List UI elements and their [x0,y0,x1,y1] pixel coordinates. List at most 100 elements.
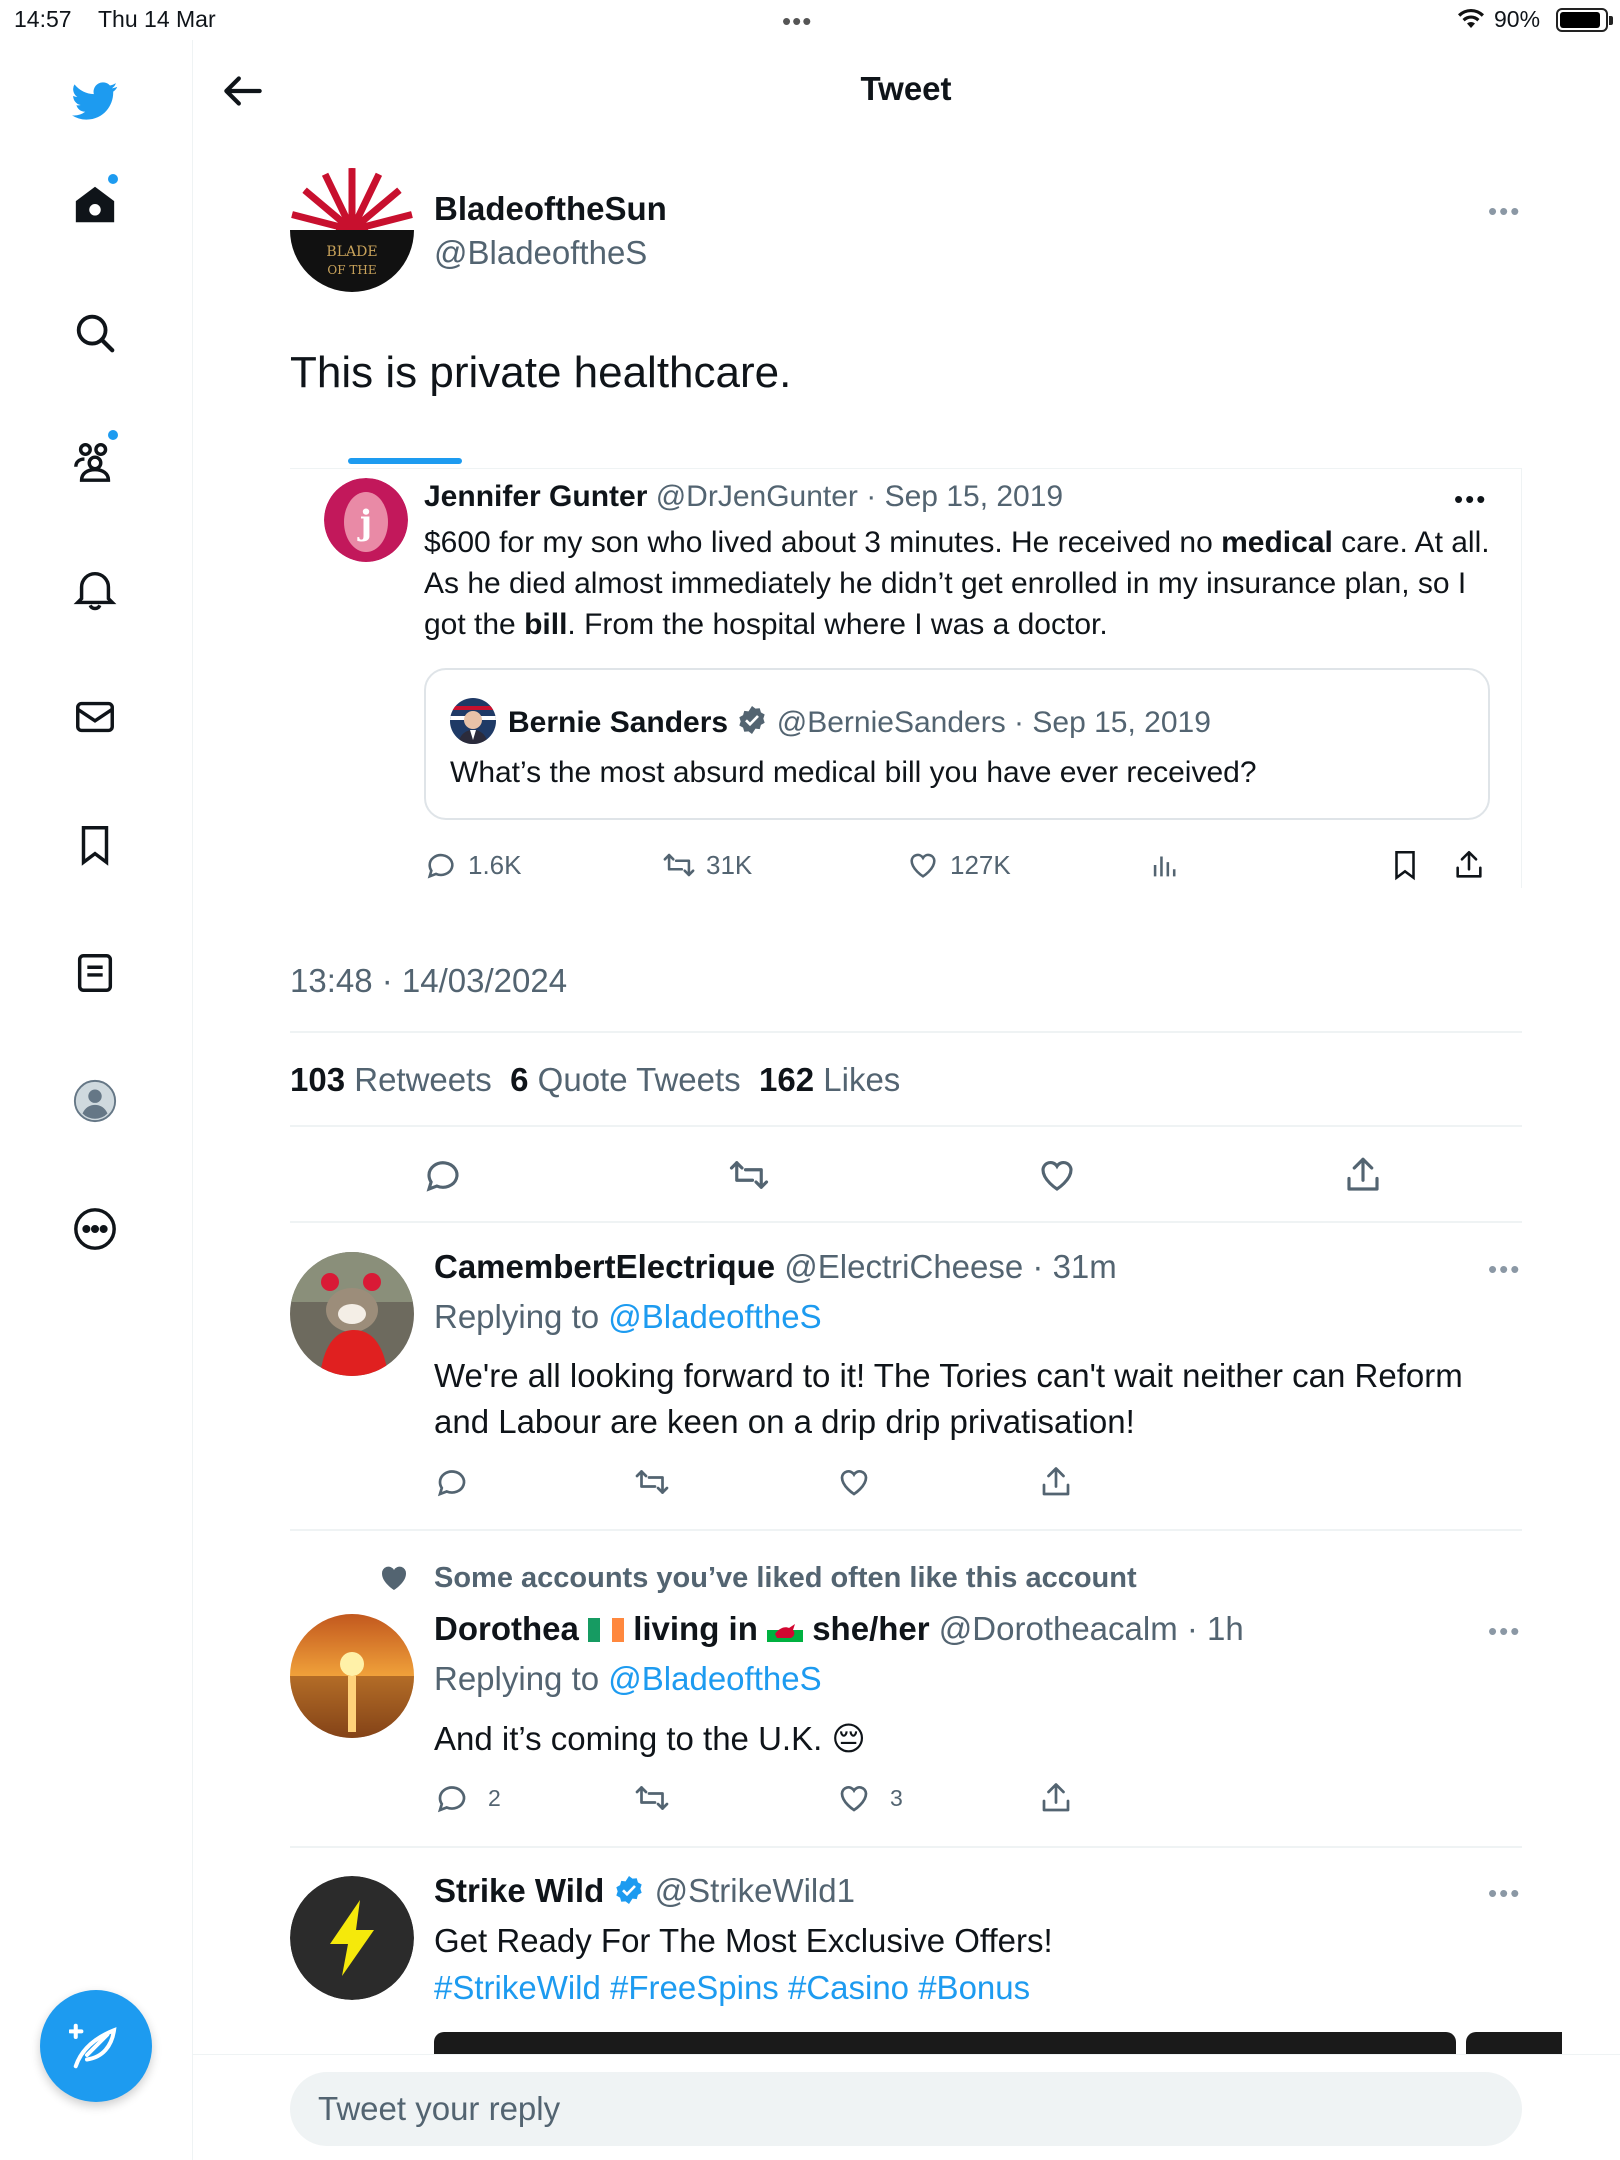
avatar-dorothea[interactable] [290,1614,414,1738]
reply-2-header: Dorothea living in she/her @Dorotheacalm… [434,1610,1244,1650]
tweet-stats: 103 Retweets 6 Quote Tweets 162 Likes [290,1061,900,1099]
reply-button[interactable] [422,1154,464,1196]
reply-1-retweet-button[interactable] [634,1464,670,1500]
status-date: Thu 14 Mar [98,6,216,32]
avatar-jennifer-gunter[interactable]: j [324,478,408,562]
sidebar [0,40,193,2160]
reply-1-author-handle[interactable]: @ElectriCheese [784,1248,1023,1285]
pensive-emoji: 😔 [831,1720,866,1757]
author-handle[interactable]: @BladeoftheS [434,234,647,272]
quotes-stat[interactable]: 6 Quote Tweets [510,1061,741,1098]
wifi-icon [1456,6,1486,36]
divider [290,1031,1522,1033]
avatar-strike-wild[interactable] [290,1876,414,2000]
quoted-views-icon[interactable] [1148,848,1182,882]
quoted-author-name[interactable]: Jennifer Gunter [424,480,647,513]
quoted-retweet-button[interactable]: 31K [662,848,752,882]
reply-2-retweet-button[interactable] [634,1780,670,1816]
divider [290,1846,1522,1848]
back-arrow-icon[interactable] [218,66,268,116]
reply-2-like-count: 3 [890,1784,903,1811]
reply-2-mention-link[interactable]: @BladeoftheS [608,1660,821,1697]
communities-notification-dot [108,430,118,440]
lists-icon[interactable] [66,944,124,1002]
reply-1-like-button[interactable] [836,1464,890,1500]
heart-context-icon [378,1562,410,1599]
quote-scroll-indicator [348,458,462,464]
communities-icon[interactable] [66,432,124,490]
promoted-hashtags[interactable]: #StrikeWild #FreeSpins #Casino #Bonus [434,1969,1030,2007]
reply-1-reply-button[interactable] [434,1464,488,1500]
social-context-label[interactable]: Some accounts you’ve liked often like th… [434,1562,1137,1595]
divider [290,1529,1522,1531]
quoted-retweet-count: 31K [706,849,753,880]
avatar-bladeofthesun[interactable]: BLADE OF THE [290,168,414,292]
quoted-reply-button[interactable]: 1.6K [424,848,522,882]
reply-2-reply-button[interactable]: 2 [434,1780,501,1816]
share-button[interactable] [1342,1154,1384,1196]
reply-1-time[interactable]: 31m [1053,1248,1117,1285]
messages-icon[interactable] [66,688,124,746]
quoted-tweet-date: Sep 15, 2019 [884,480,1064,513]
divider [290,1221,1522,1223]
quoted-bookmark-icon[interactable] [1388,848,1422,882]
tweet-text: This is private healthcare. [290,348,792,397]
retweets-stat[interactable]: 103 Retweets [290,1061,492,1098]
author-name[interactable]: BladeoftheSun [434,190,667,228]
reply-2-author-handle[interactable]: @Dorotheacalm [939,1610,1178,1647]
reply-1-more-icon[interactable]: ••• [1488,1254,1521,1285]
reply-2-like-button[interactable]: 3 [836,1780,903,1816]
likes-stat[interactable]: 162 Likes [759,1061,900,1098]
battery-percent: 90% [1494,6,1541,32]
promoted-author-handle[interactable]: @StrikeWild1 [655,1872,855,1909]
quoted-like-count: 127K [950,849,1011,880]
compose-tweet-button[interactable] [40,1990,152,2102]
promoted-text: Get Ready For The Most Exclusive Offers! [434,1922,1053,1959]
quoted-like-button[interactable]: 127K [906,848,1011,882]
tweet-more-icon[interactable]: ••• [1488,196,1521,227]
reply-2-share-button[interactable] [1038,1780,1074,1816]
twitter-logo-icon[interactable] [66,72,124,130]
verified-badge-icon [613,1874,645,1914]
inner-quote-author-handle[interactable]: @BernieSanders [777,706,1006,739]
profile-avatar-icon[interactable] [66,1072,124,1130]
quoted-share-icon[interactable] [1452,848,1486,882]
avatar-camembertelectrique[interactable] [290,1252,414,1376]
like-button[interactable] [1036,1154,1078,1196]
more-options-icon[interactable] [66,1200,124,1258]
tweet-timestamp[interactable]: 13:48 · 14/03/2024 [290,962,567,1000]
search-icon[interactable] [66,304,124,362]
notifications-bell-icon[interactable] [66,560,124,618]
status-time: 14:57 [14,6,72,32]
multitask-dots[interactable]: ••• [782,6,812,37]
divider [290,1125,1522,1127]
reply-2-time[interactable]: 1h [1207,1610,1244,1647]
inner-quote-date: Sep 15, 2019 [1032,706,1211,739]
reply-1-header: CamembertElectrique @ElectriCheese · 31m [434,1248,1117,1285]
quoted-reply-count: 1.6K [468,849,522,880]
inner-quote-author-name[interactable]: Bernie Sanders [508,706,728,739]
promoted-more-icon[interactable]: ••• [1488,1878,1521,1909]
reply-1-author-name[interactable]: CamembertElectrique [434,1248,775,1285]
verified-badge-icon [736,704,768,744]
quoted-tweet-more-icon[interactable]: ••• [1454,484,1487,515]
quoted-tweet-header: Jennifer Gunter @DrJenGunter · Sep 15, 2… [424,480,1064,513]
avatar-bernie-sanders[interactable] [450,698,496,744]
reply-2-author-name[interactable]: Dorothea living in she/her [434,1610,930,1647]
home-icon[interactable] [66,176,124,234]
avatar-text-2: OF THE [327,263,376,277]
svg-text:j: j [357,503,372,543]
promoted-media-2[interactable] [1466,2032,1562,2054]
reply-1-share-button[interactable] [1038,1464,1074,1500]
reply-2-more-icon[interactable]: ••• [1488,1616,1521,1647]
promoted-media[interactable] [434,2032,1456,2054]
tweet-reply-input[interactable] [290,2072,1522,2146]
bookmarks-icon[interactable] [66,816,124,874]
promoted-header: Strike Wild @StrikeWild1 [434,1872,855,1914]
inner-quoted-tweet[interactable] [424,668,1490,820]
retweet-button[interactable] [728,1154,770,1196]
promoted-author-name[interactable]: Strike Wild [434,1872,604,1909]
reply-1-mention-link[interactable]: @BladeoftheS [608,1298,821,1335]
reply-1-text: We're all looking forward to it! The Tor… [434,1357,1463,1440]
quoted-author-handle[interactable]: @DrJenGunter [656,480,858,513]
